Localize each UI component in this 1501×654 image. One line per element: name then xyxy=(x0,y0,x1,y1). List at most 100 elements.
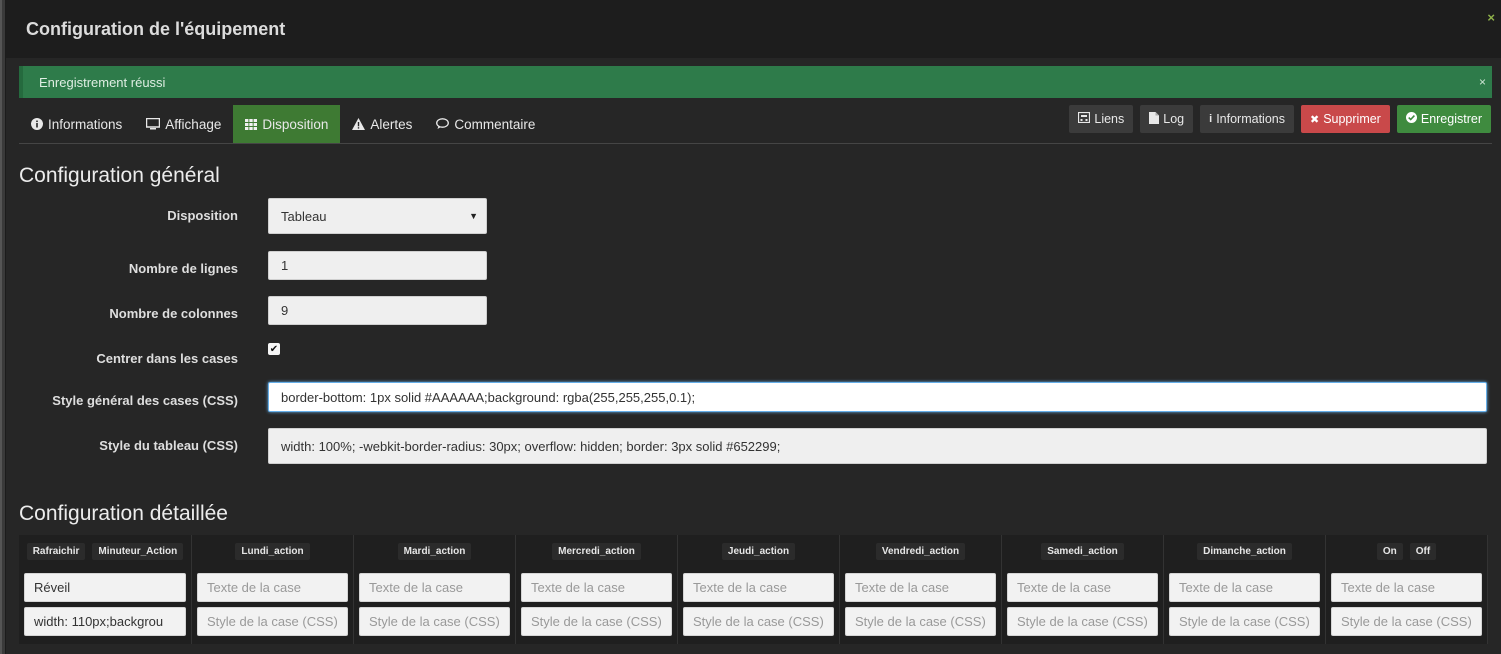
column-header-label: Minuteur_Action xyxy=(92,543,184,560)
alert-message: Enregistrement réussi xyxy=(39,74,166,90)
tab-bar: Informations Affichage Disposition Alert… xyxy=(19,105,547,143)
tab-divider xyxy=(19,143,1492,144)
cell-style-input[interactable]: Style de la case (CSS) xyxy=(197,607,348,636)
cell-style-input[interactable]: Style de la case (CSS) xyxy=(845,607,996,636)
check-circle-icon xyxy=(1405,112,1417,126)
layout-table: Rafraichir Minuteur_Action Réveil width: 11… xyxy=(19,535,1488,644)
cols-label: Nombre de colonnes xyxy=(109,306,238,321)
table-style-input[interactable]: width: 100%; -webkit-border-radius: 30px… xyxy=(268,428,1487,464)
column-header: Rafraichir Minuteur_Action xyxy=(19,535,191,568)
times-icon: ✖ xyxy=(1309,113,1320,126)
alert-close-icon[interactable]: × xyxy=(1479,75,1486,89)
cell-style-input[interactable]: Style de la case (CSS) xyxy=(1169,607,1320,636)
success-alert: Enregistrement réussi × xyxy=(19,66,1492,98)
cell-text-input[interactable]: Texte de la case xyxy=(1331,573,1482,602)
table-column: Jeudi_action Texte de la case Style de la … xyxy=(678,535,840,644)
tab-label: Affichage xyxy=(165,116,222,132)
file-icon xyxy=(1149,111,1160,127)
cell-style-input[interactable]: Style de la case (CSS) xyxy=(359,607,510,636)
cell-style-label: Style général des cases (CSS) xyxy=(52,393,238,408)
cell-style-input[interactable]: Style de la case (CSS) xyxy=(683,607,834,636)
cell-text-input[interactable]: Texte de la case xyxy=(359,573,510,602)
column-header-label: Samedi_action xyxy=(1041,543,1124,560)
cell-text-input[interactable]: Texte de la case xyxy=(521,573,672,602)
table-style-label: Style du tableau (CSS) xyxy=(99,438,238,453)
page-edge xyxy=(0,0,2,654)
table-column: On Off Texte de la case Style de la case (C… xyxy=(1326,535,1488,644)
button-label: Log xyxy=(1163,112,1185,126)
cell-text-input[interactable]: Réveil xyxy=(24,573,186,602)
table-column: Rafraichir Minuteur_Action Réveil width: 11… xyxy=(19,535,192,644)
column-header: Vendredi_action xyxy=(840,535,1001,568)
equipment-config-modal: Configuration de l'équipement × Enregist… xyxy=(5,0,1501,654)
column-header-label: Off xyxy=(1409,543,1437,560)
enregistrer-button[interactable]: Enregistrer xyxy=(1396,105,1491,133)
column-header-label: Mercredi_action xyxy=(552,543,641,560)
tab-affichage[interactable]: Affichage xyxy=(134,105,233,143)
supprimer-button[interactable]: ✖ Supprimer xyxy=(1300,105,1390,133)
column-header: Mercredi_action xyxy=(516,535,677,568)
column-header-label: Dimanche_action xyxy=(1197,543,1292,560)
rows-input[interactable]: 1 xyxy=(268,251,487,280)
cell-style-input[interactable]: Style de la case (CSS) xyxy=(1331,607,1482,636)
sitemap-icon xyxy=(1078,111,1091,126)
column-header-label: Jeudi_action xyxy=(721,543,796,560)
cell-style-input[interactable]: width: 110px;backgrou xyxy=(24,607,186,636)
cell-text-input[interactable]: Texte de la case xyxy=(197,573,348,602)
column-header-label: On xyxy=(1376,543,1403,560)
column-header: Mardi_action xyxy=(354,535,515,568)
tab-label: Disposition xyxy=(262,116,329,132)
informations-button[interactable]: i Informations xyxy=(1200,105,1294,133)
rows-label: Nombre de lignes xyxy=(128,261,238,276)
table-column: Lundi_action Texte de la case Style de la … xyxy=(192,535,354,644)
action-buttons: Liens Log i Informations ✖ Supprimer Enr… xyxy=(1069,105,1491,133)
general-config-title: Configuration général xyxy=(19,164,220,187)
column-header: Dimanche_action xyxy=(1164,535,1325,568)
cell-style-input[interactable]: Style de la case (CSS) xyxy=(1007,607,1158,636)
button-label: Liens xyxy=(1094,112,1125,126)
button-label: Supprimer xyxy=(1323,112,1381,126)
tab-commentaire[interactable]: Commentaire xyxy=(424,105,547,143)
cell-text-input[interactable]: Texte de la case xyxy=(845,573,996,602)
center-checkbox[interactable]: ✔ xyxy=(268,343,280,355)
center-label: Centrer dans les cases xyxy=(96,351,238,366)
cell-text-input[interactable]: Texte de la case xyxy=(1007,573,1158,602)
disposition-label: Disposition xyxy=(167,208,238,223)
liens-button[interactable]: Liens xyxy=(1069,105,1134,133)
comment-icon xyxy=(436,118,450,130)
column-header: Samedi_action xyxy=(1002,535,1163,568)
warning-icon xyxy=(352,118,366,130)
table-column: Dimanche_action Texte de la case Style de … xyxy=(1164,535,1326,644)
tab-label: Alertes xyxy=(370,116,413,132)
column-header-label: Vendredi_action xyxy=(875,543,966,560)
table-column: Vendredi_action Texte de la case Style de … xyxy=(840,535,1002,644)
column-header: Lundi_action xyxy=(192,535,353,568)
log-button[interactable]: Log xyxy=(1140,105,1194,133)
table-column: Samedi_action Texte de la case Style de la… xyxy=(1002,535,1164,644)
cell-style-input[interactable]: border-bottom: 1px solid #AAAAAA;backgro… xyxy=(268,382,1487,412)
modal-header: Configuration de l'équipement × xyxy=(6,0,1501,58)
column-header-label: Mardi_action xyxy=(397,543,472,560)
caret-down-icon: ▼ xyxy=(469,211,478,221)
button-label: Informations xyxy=(1216,112,1285,126)
modal-title: Configuration de l'équipement xyxy=(26,18,286,39)
info-icon: i xyxy=(1209,113,1213,125)
column-header: On Off xyxy=(1326,535,1487,568)
column-header: Jeudi_action xyxy=(678,535,839,568)
tab-disposition[interactable]: Disposition xyxy=(233,105,341,143)
table-column: Mardi_action Texte de la case Style de la … xyxy=(354,535,516,644)
tab-informations[interactable]: Informations xyxy=(19,105,134,143)
grid-icon xyxy=(245,118,258,130)
column-header-label: Rafraichir xyxy=(26,543,86,560)
tab-label: Commentaire xyxy=(454,116,536,132)
cell-style-input[interactable]: Style de la case (CSS) xyxy=(521,607,672,636)
info-circle-icon xyxy=(31,118,43,130)
close-icon[interactable]: × xyxy=(1487,10,1495,25)
table-column: Mercredi_action Texte de la case Style de … xyxy=(516,535,678,644)
cols-input[interactable]: 9 xyxy=(268,296,487,325)
select-value: Tableau xyxy=(281,208,327,224)
cell-text-input[interactable]: Texte de la case xyxy=(683,573,834,602)
disposition-select[interactable]: Tableau ▼ xyxy=(268,198,487,234)
cell-text-input[interactable]: Texte de la case xyxy=(1169,573,1320,602)
tab-alertes[interactable]: Alertes xyxy=(340,105,424,143)
